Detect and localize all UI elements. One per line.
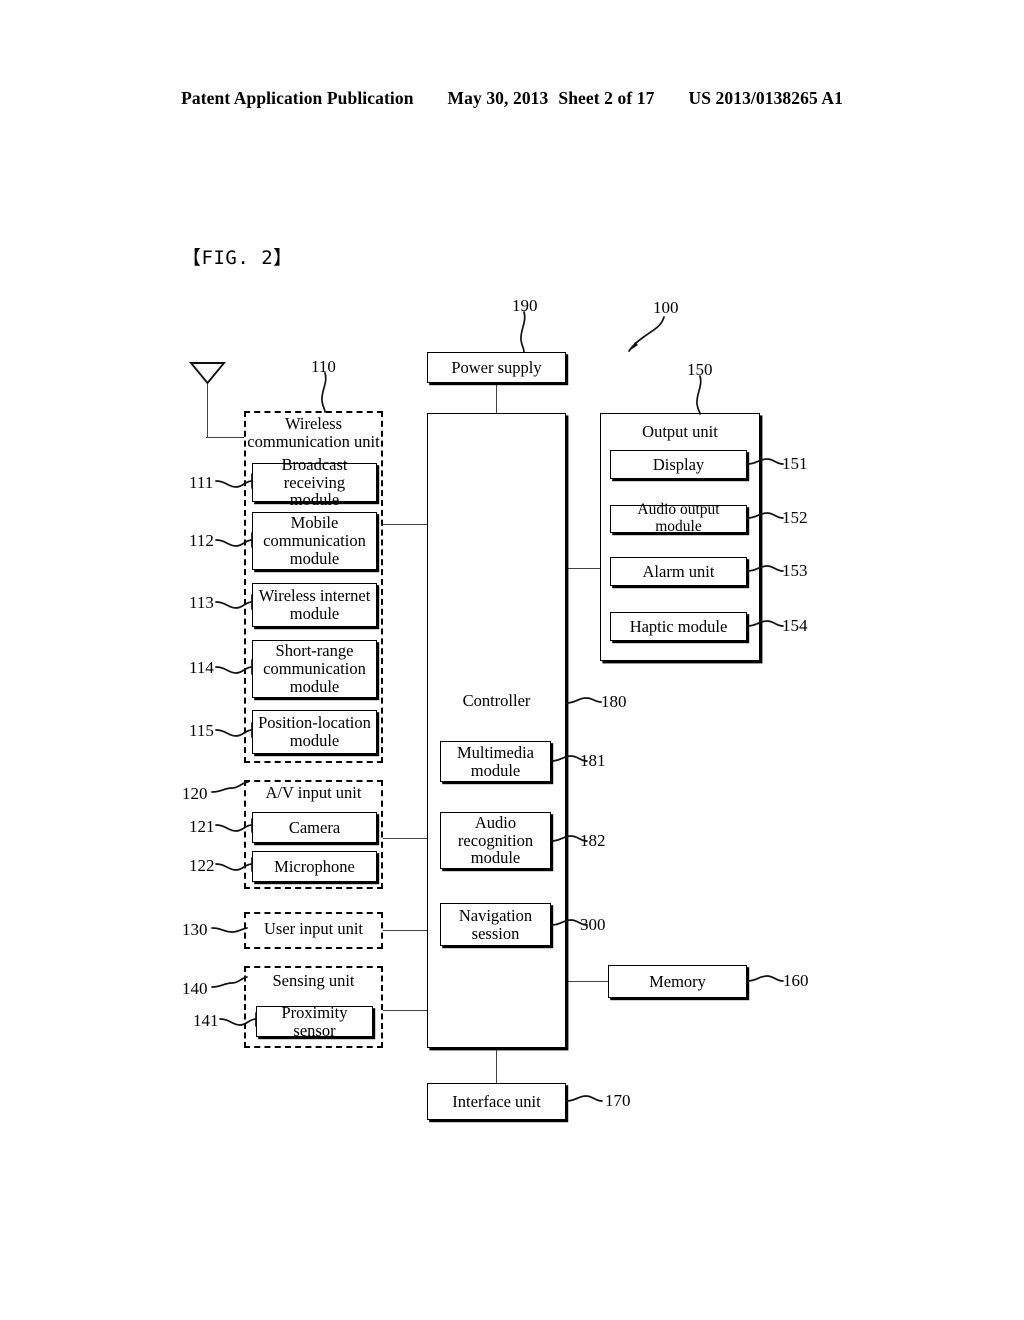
ref-300: 300 bbox=[580, 915, 606, 934]
ref-182: 182 bbox=[580, 831, 606, 850]
broadcast-receiving-module-block[interactable]: Broadcast receiving module bbox=[252, 455, 377, 509]
ref-140: 140 bbox=[182, 979, 208, 998]
ref-112: 112 bbox=[189, 531, 214, 550]
power-supply-label: Power supply bbox=[451, 357, 542, 377]
position-location-module-block[interactable]: Position-location module bbox=[252, 710, 377, 754]
audio-output-module-label: Audio output module bbox=[637, 501, 720, 535]
line-av-to-controller bbox=[382, 838, 429, 839]
line-power-to-controller bbox=[496, 382, 497, 414]
ref-111: 111 bbox=[189, 473, 214, 492]
ref-151: 151 bbox=[782, 454, 808, 473]
audio-output-module-block[interactable]: Audio output module bbox=[610, 501, 747, 535]
interface-unit-block[interactable]: Interface unit bbox=[427, 1083, 566, 1120]
proximity-sensor-block[interactable]: Proximity sensor bbox=[256, 1002, 373, 1040]
line-sensing-to-controller bbox=[382, 1010, 429, 1011]
av-input-unit-label: A/V input unit bbox=[265, 783, 362, 802]
output-unit-label: Output unit bbox=[642, 422, 718, 441]
ref-121: 121 bbox=[189, 817, 215, 836]
ref-113: 113 bbox=[189, 593, 214, 612]
controller-block[interactable] bbox=[427, 413, 566, 1048]
ref-120: 120 bbox=[182, 784, 208, 803]
position-location-module-label: Position-location module bbox=[258, 713, 371, 750]
line-controller-to-interface bbox=[496, 1048, 497, 1083]
user-input-unit-label: User input unit bbox=[264, 919, 363, 938]
short-range-communication-module-label: Short-range communication module bbox=[263, 641, 366, 696]
ref-141: 141 bbox=[193, 1011, 219, 1030]
antenna-stem-horizontal bbox=[206, 437, 246, 438]
alarm-unit-label: Alarm unit bbox=[642, 561, 715, 581]
ref-152: 152 bbox=[782, 508, 808, 527]
memory-label: Memory bbox=[649, 971, 706, 991]
display-block[interactable]: Display bbox=[610, 450, 747, 479]
power-supply-block[interactable]: Power supply bbox=[427, 352, 566, 383]
figure-2-block-diagram: Power supply 190 Controller 180 Multimed… bbox=[0, 0, 1024, 1320]
alarm-unit-block[interactable]: Alarm unit bbox=[610, 557, 747, 586]
display-label: Display bbox=[652, 454, 705, 474]
camera-block[interactable]: Camera bbox=[252, 812, 377, 843]
ref-122: 122 bbox=[189, 856, 215, 875]
broadcast-receiving-module-label: Broadcast receiving module bbox=[281, 454, 348, 510]
ref-100: 100 bbox=[653, 298, 679, 317]
controller-label: Controller bbox=[462, 691, 531, 710]
wireless-communication-unit-label: Wireless communication unit bbox=[247, 414, 380, 451]
audio-recognition-module-label: Audio recognition module bbox=[457, 812, 534, 868]
multimedia-module-block[interactable]: Multimedia module bbox=[440, 741, 551, 782]
ref-181: 181 bbox=[580, 751, 606, 770]
memory-block[interactable]: Memory bbox=[608, 965, 747, 998]
wireless-internet-module-block[interactable]: Wireless internet module bbox=[252, 583, 377, 627]
haptic-module-label: Haptic module bbox=[629, 616, 728, 636]
wireless-internet-module-label: Wireless internet module bbox=[258, 586, 371, 623]
short-range-communication-module-block[interactable]: Short-range communication module bbox=[252, 640, 377, 698]
audio-recognition-module-block[interactable]: Audio recognition module bbox=[440, 812, 551, 869]
sensing-unit-label: Sensing unit bbox=[272, 971, 355, 990]
antenna-stem-vertical bbox=[207, 381, 208, 438]
mobile-communication-module-label: Mobile communication module bbox=[263, 513, 366, 568]
ref-160: 160 bbox=[783, 971, 809, 990]
line-controller-to-output bbox=[565, 568, 602, 569]
camera-label: Camera bbox=[288, 817, 341, 837]
ref-170: 170 bbox=[605, 1091, 631, 1110]
line-wireless-to-controller bbox=[382, 524, 429, 525]
ref-190: 190 bbox=[512, 296, 538, 315]
proximity-sensor-label: Proximity sensor bbox=[281, 1002, 348, 1040]
interface-unit-label: Interface unit bbox=[452, 1091, 541, 1111]
ref-110: 110 bbox=[311, 357, 336, 376]
line-userinput-to-controller bbox=[382, 930, 429, 931]
haptic-module-block[interactable]: Haptic module bbox=[610, 612, 747, 641]
microphone-label: Microphone bbox=[274, 856, 355, 876]
ref-153: 153 bbox=[782, 561, 808, 580]
antenna-icon bbox=[188, 362, 227, 385]
mobile-communication-module-block[interactable]: Mobile communication module bbox=[252, 512, 377, 570]
multimedia-module-label: Multimedia module bbox=[457, 742, 534, 780]
navigation-session-block[interactable]: Navigation session bbox=[440, 903, 551, 946]
ref-114: 114 bbox=[189, 658, 214, 677]
microphone-block[interactable]: Microphone bbox=[252, 851, 377, 882]
ref-154: 154 bbox=[782, 616, 808, 635]
ref-150: 150 bbox=[687, 360, 713, 379]
ref-130: 130 bbox=[182, 920, 208, 939]
navigation-session-label: Navigation session bbox=[458, 905, 533, 943]
line-controller-to-memory bbox=[565, 981, 609, 982]
ref-115: 115 bbox=[189, 721, 214, 740]
ref-180: 180 bbox=[601, 692, 627, 711]
